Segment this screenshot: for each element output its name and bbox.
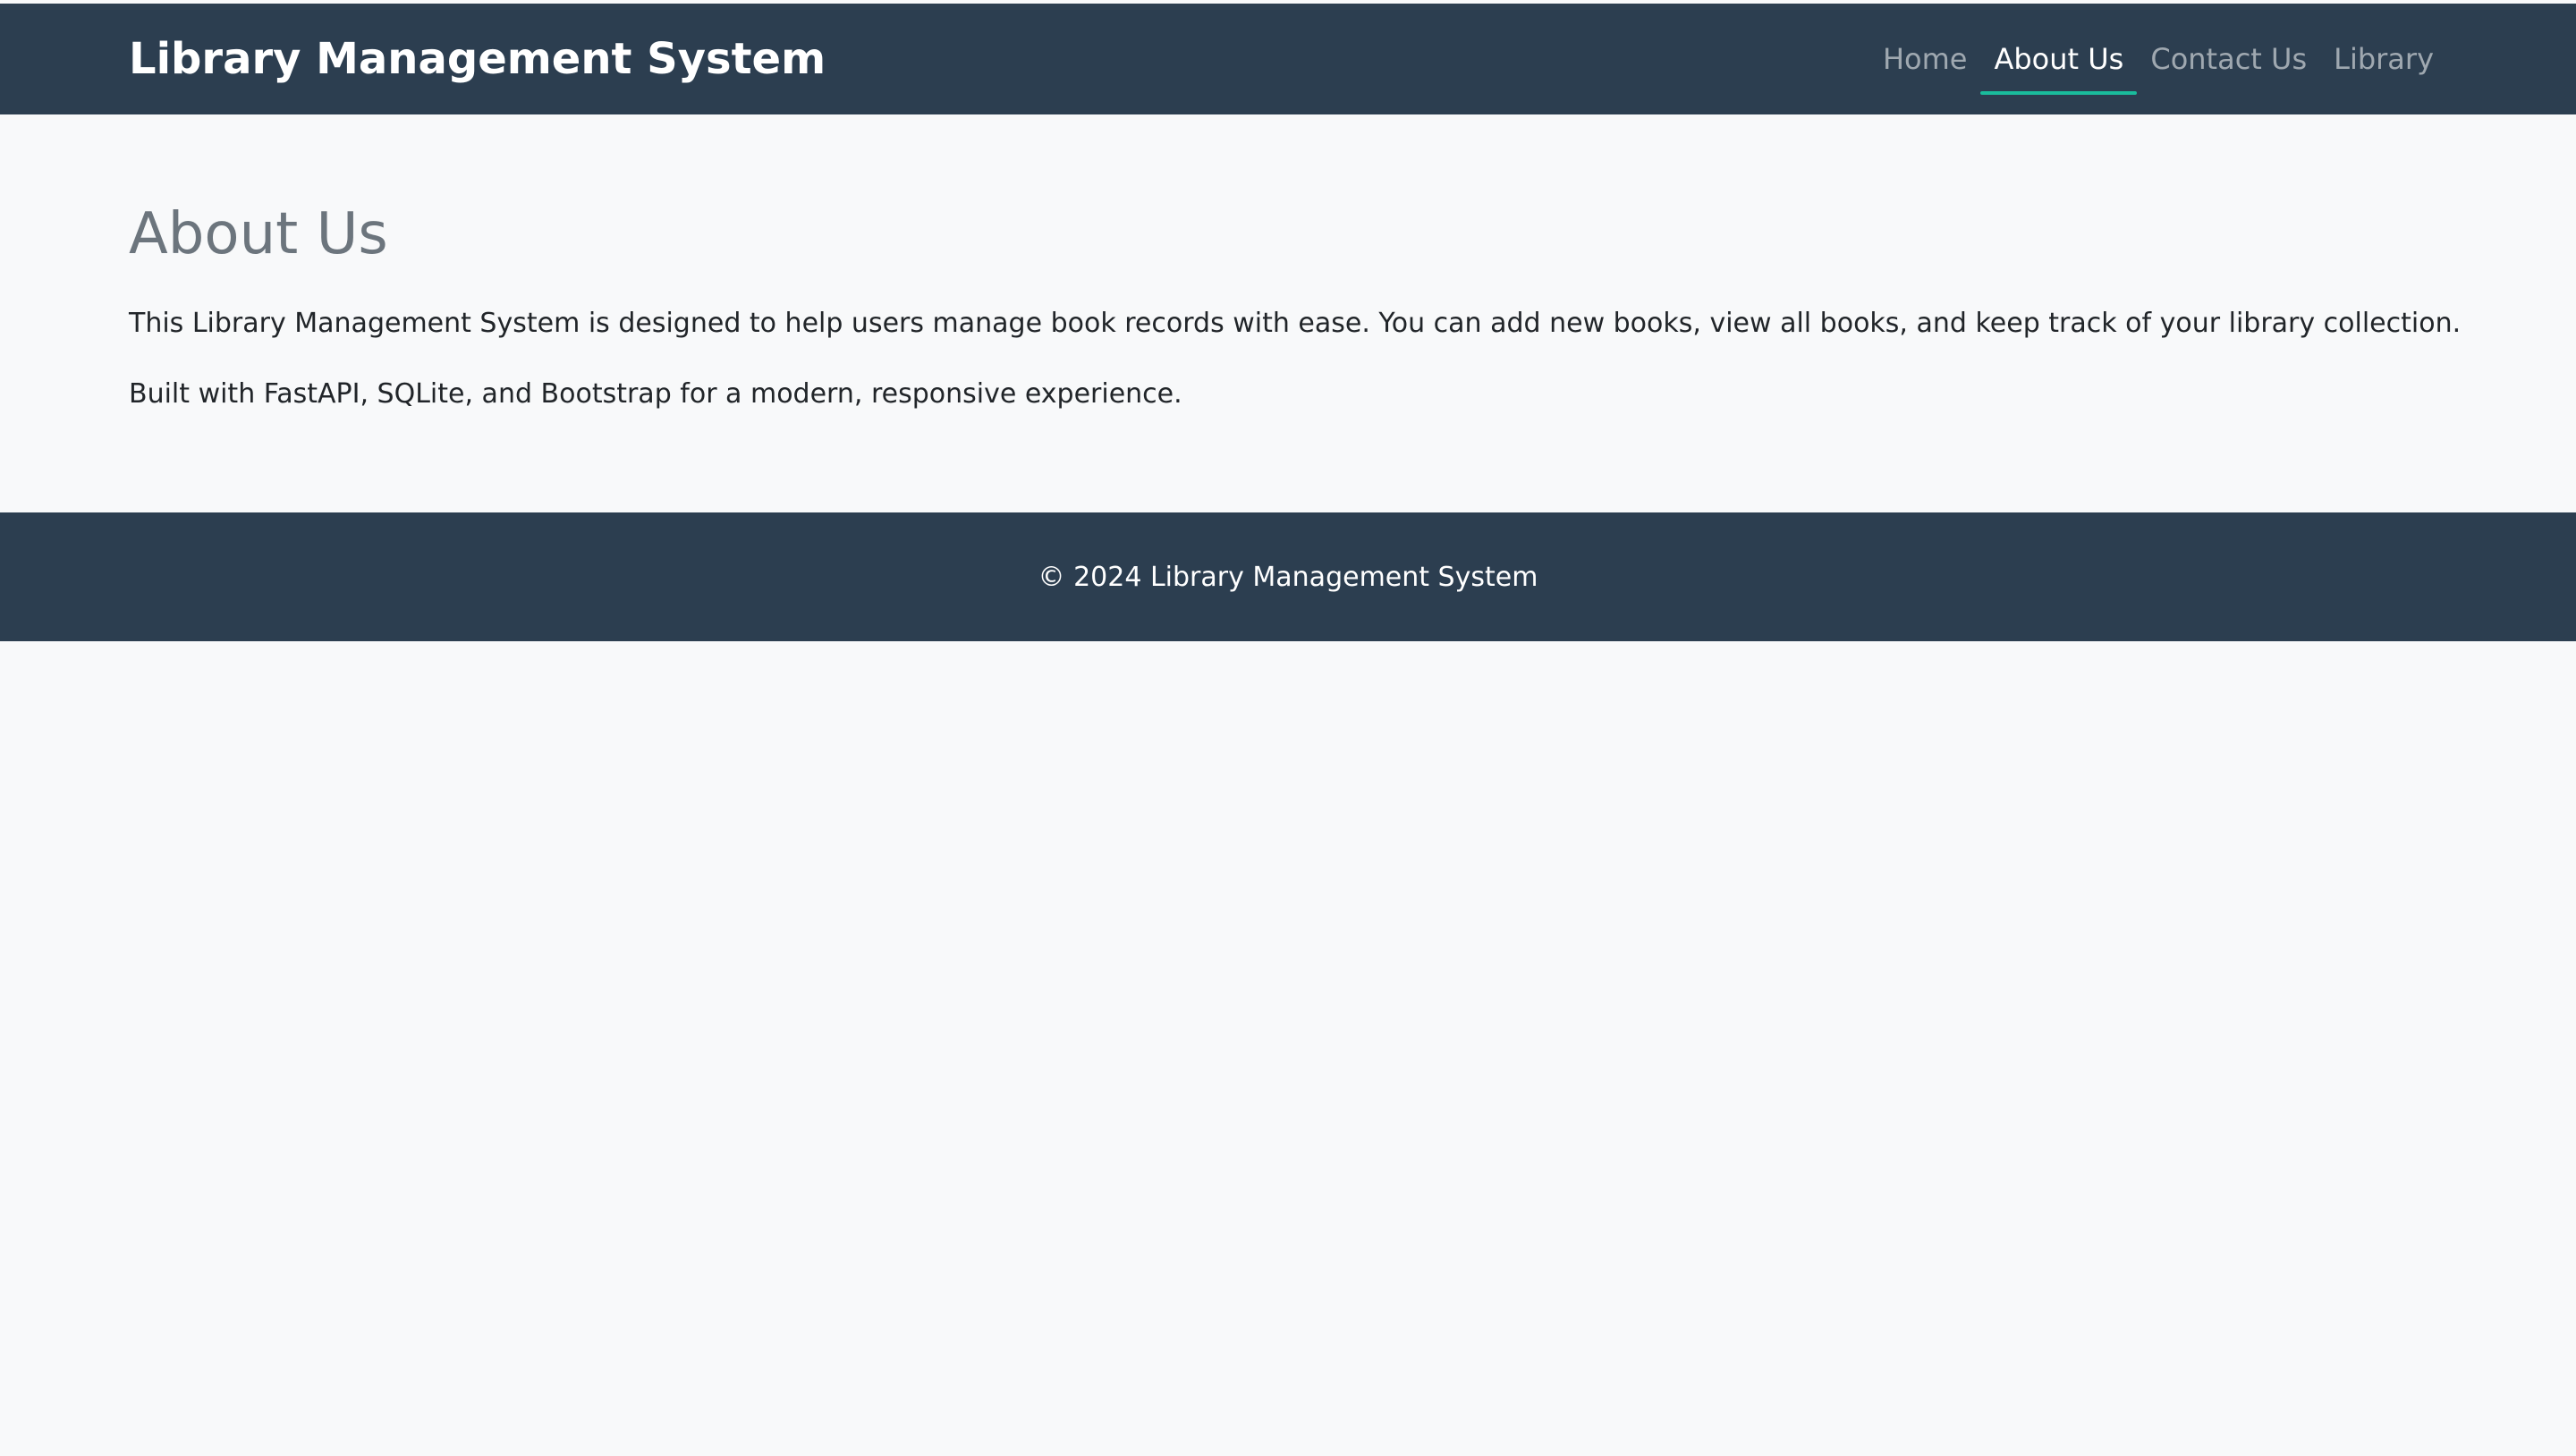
nav-link-library[interactable]: Library — [2320, 4, 2447, 114]
footer-copyright: © 2024 Library Management System — [1038, 561, 1538, 593]
about-paragraph-description: This Library Management System is design… — [129, 307, 2462, 339]
brand-link[interactable]: Library Management System — [129, 4, 826, 114]
nav-link-home[interactable]: Home — [1869, 4, 1981, 114]
main-content: About Us This Library Management System … — [129, 114, 2462, 414]
page-title: About Us — [129, 201, 388, 267]
about-paragraph-tech-stack: Built with FastAPI, SQLite, and Bootstra… — [129, 377, 1182, 410]
nav-menu: Home About Us Contact Us Library — [1869, 4, 2447, 114]
nav-link-contact-us[interactable]: Contact Us — [2137, 4, 2320, 114]
footer: © 2024 Library Management System — [0, 512, 2576, 641]
navbar: Library Management System Home About Us … — [0, 4, 2576, 114]
nav-link-about-us[interactable]: About Us — [1980, 4, 2138, 114]
